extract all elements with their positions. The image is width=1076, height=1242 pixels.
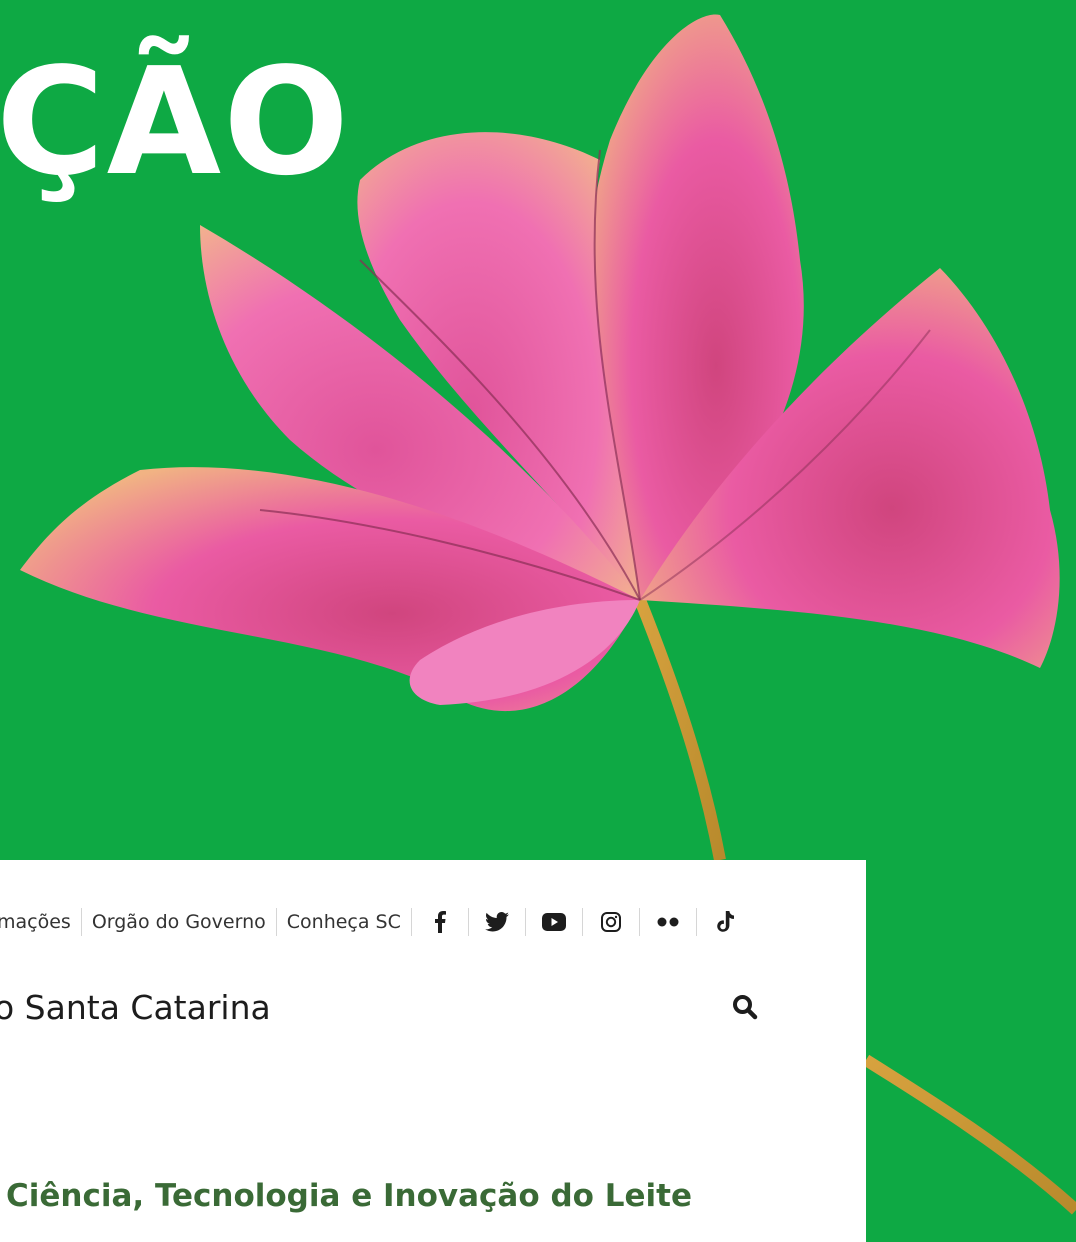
facebook-icon[interactable] xyxy=(412,908,469,936)
topbar-link-informacoes[interactable]: mações xyxy=(0,908,82,936)
website-header-card: mações Orgão do Governo Conheça SC o San… xyxy=(0,860,866,1242)
top-utility-bar: mações Orgão do Governo Conheça SC xyxy=(0,900,753,944)
instagram-icon[interactable] xyxy=(583,908,640,936)
flickr-icon[interactable] xyxy=(640,908,697,936)
search-icon[interactable] xyxy=(732,994,764,1026)
topbar-link-conheca-sc[interactable]: Conheça SC xyxy=(277,908,412,936)
page-heading: Ciência, Tecnologia e Inovação do Leite xyxy=(6,1178,692,1214)
topbar-link-orgao-do-governo[interactable]: Orgão do Governo xyxy=(82,908,277,936)
site-title[interactable]: o Santa Catarina xyxy=(0,988,271,1027)
tiktok-icon[interactable] xyxy=(697,908,753,936)
twitter-icon[interactable] xyxy=(469,908,526,936)
youtube-icon[interactable] xyxy=(526,908,583,936)
